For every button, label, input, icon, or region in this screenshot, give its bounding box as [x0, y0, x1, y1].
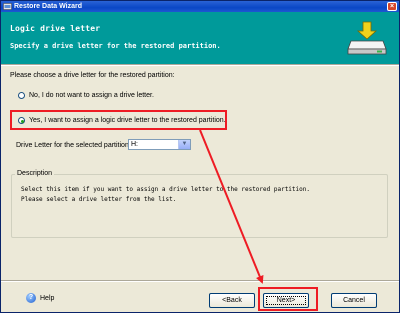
- annotation-arrow: [199, 129, 264, 284]
